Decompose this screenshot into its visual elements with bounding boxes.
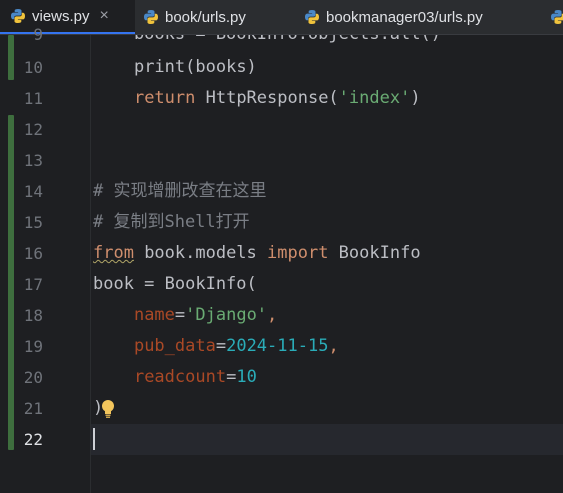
python-file-icon [305, 10, 319, 24]
python-file-icon [551, 10, 563, 24]
code-token: BookInfo [328, 243, 421, 263]
line-number: 9 [33, 25, 43, 44]
keyword-import: import [267, 243, 329, 263]
comment-line-14[interactable]: # 实现增删改查在这里 [93, 176, 266, 207]
lightbulb-icon[interactable] [101, 399, 115, 419]
line-number: 14 [23, 182, 43, 201]
keyword-return: return [133, 88, 196, 108]
keyword-from: from [93, 243, 134, 263]
tab-book-urls-py[interactable]: book/urls.py [143, 0, 246, 34]
code-line-20[interactable]: readcount=10 [93, 362, 257, 393]
line-number: 17 [23, 275, 43, 294]
code-editor[interactable]: books = BookInfo.objects.all() print(boo… [91, 35, 563, 493]
code-line-10[interactable]: print(books) [93, 52, 257, 83]
string-literal: 'Django' [185, 305, 268, 325]
tab-bookmanager03-urls-py[interactable]: bookmanager03/urls.py [304, 0, 483, 34]
line-number: 20 [23, 368, 43, 387]
code-token: HttpResponse( [195, 88, 339, 108]
code-line-11[interactable]: return HttpResponse('index') [93, 83, 421, 114]
code-token: = [174, 305, 186, 325]
line-number: 21 [23, 399, 43, 418]
line-number: 15 [23, 213, 43, 232]
editor-tab-bar: views.py × book/urls.py bookmanager03/ur… [0, 0, 563, 35]
code-token: = [226, 367, 237, 387]
tab-label: book/urls.py [165, 8, 246, 26]
line-number: 19 [23, 337, 43, 356]
code-token: book.models [133, 243, 268, 263]
line-number: 10 [23, 58, 43, 77]
current-line-highlight [91, 424, 563, 455]
line-number: 13 [23, 151, 43, 170]
named-argument: pub_data [133, 336, 216, 356]
code-line-16[interactable]: from book.models import BookInfo [93, 238, 421, 269]
code-line-19[interactable]: pub_data=2024-11-15, [93, 331, 339, 362]
tab-label: bookmanager03/urls.py [326, 8, 483, 26]
code-line-22[interactable] [93, 424, 95, 455]
code-token: ) [410, 88, 421, 108]
code-token: , [328, 336, 339, 356]
code-token: = [215, 336, 227, 356]
line-number: 12 [23, 120, 43, 139]
code-token: (books) [185, 57, 257, 77]
tab-overflow[interactable] [550, 0, 563, 34]
string-literal: 'index' [338, 88, 411, 108]
code-line-17[interactable]: book = BookInfo( [93, 269, 257, 300]
line-number-gutter[interactable]: 9 10 11 12 13 14 15 16 17 18 19 20 21 22 [0, 25, 91, 493]
python-file-icon [144, 10, 158, 24]
change-marker[interactable] [8, 115, 14, 450]
code-line-9[interactable]: books = BookInfo.objects.all() [93, 35, 441, 50]
number-literal: 2024-11-15 [226, 336, 329, 356]
line-number: 18 [23, 306, 43, 325]
number-literal: 10 [236, 367, 257, 387]
line-number-current: 22 [23, 430, 43, 449]
code-editor-window: views.py × book/urls.py bookmanager03/ur… [0, 0, 563, 493]
line-number: 16 [23, 244, 43, 263]
comment-line-15[interactable]: # 复制到Shell打开 [93, 207, 250, 238]
text-caret [93, 428, 95, 450]
close-icon[interactable]: × [100, 8, 109, 24]
code-token: , [267, 305, 278, 325]
builtin-print: print [133, 57, 186, 77]
named-argument: readcount [133, 367, 227, 387]
change-marker[interactable] [8, 35, 14, 80]
line-number: 11 [23, 89, 43, 108]
named-argument: name [133, 305, 175, 325]
code-line-18[interactable]: name='Django', [93, 300, 277, 331]
